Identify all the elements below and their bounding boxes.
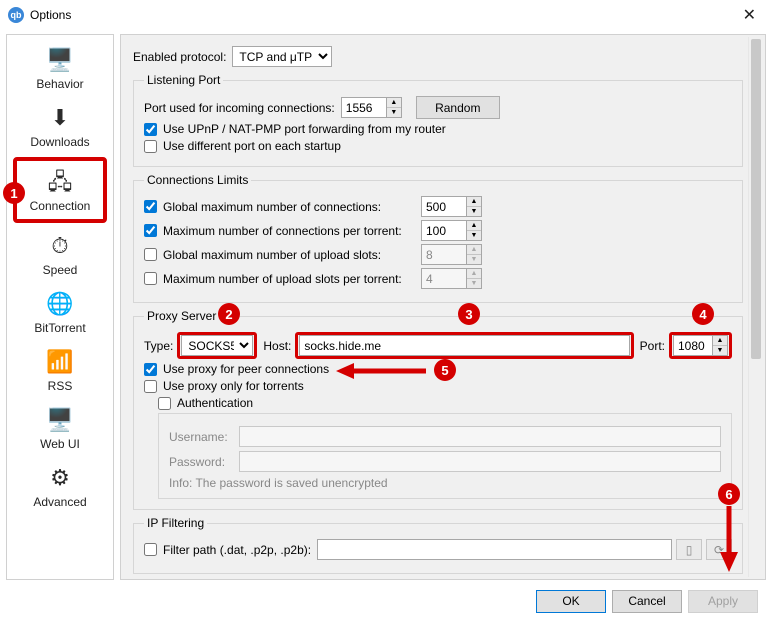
global-max-conn-label: Global maximum number of connections:: [163, 200, 421, 214]
close-icon[interactable]: ✕: [735, 5, 764, 25]
random-port-button[interactable]: Random: [416, 96, 500, 119]
enabled-protocol-label: Enabled protocol:: [133, 50, 226, 64]
password-input: [239, 451, 721, 472]
proxy-server-group: Proxy Server 2 3 4 Type: SOCKS5 Host:: [133, 309, 743, 510]
sidebar-item-downloads[interactable]: ⬇ Downloads: [7, 97, 113, 155]
max-upload-slots-per-torrent-label: Maximum number of upload slots per torre…: [163, 272, 421, 286]
enabled-protocol-select[interactable]: TCP and μTP: [232, 46, 332, 67]
auth-box: Username: Password: Info: The password i…: [158, 413, 732, 499]
callout-3: 3: [458, 303, 480, 325]
download-icon: ⬇: [51, 105, 69, 131]
max-conn-per-torrent-input[interactable]: [421, 220, 467, 241]
network-icon: 🖧: [48, 169, 73, 195]
connections-limits-legend: Connections Limits: [144, 173, 251, 187]
global-max-conn-checkbox[interactable]: [144, 200, 157, 213]
incoming-port-label: Port used for incoming connections:: [144, 101, 335, 115]
global-max-upload-slots-label: Global maximum number of upload slots:: [163, 248, 421, 262]
sidebar-item-behavior[interactable]: 🖥️ Behavior: [7, 39, 113, 97]
ip-filtering-legend: IP Filtering: [144, 516, 207, 530]
scrollbar-thumb[interactable]: [751, 39, 761, 359]
apply-button[interactable]: Apply: [688, 590, 758, 613]
proxy-type-select[interactable]: SOCKS5: [181, 335, 253, 356]
sidebar-item-label: Behavior: [36, 77, 83, 91]
ip-filtering-group: IP Filtering Filter path (.dat, .p2p, .p…: [133, 516, 743, 574]
max-conn-per-torrent-label: Maximum number of connections per torren…: [163, 224, 421, 238]
sidebar-item-speed[interactable]: ⏱ Speed: [7, 225, 113, 283]
dialog-buttons: OK Cancel Apply: [0, 584, 772, 618]
proxy-type-label: Type:: [144, 339, 173, 353]
listening-port-legend: Listening Port: [144, 73, 223, 87]
password-label: Password:: [169, 455, 239, 469]
auth-checkbox[interactable]: [158, 397, 171, 410]
sidebar-item-rss[interactable]: 📶 RSS: [7, 341, 113, 399]
spinner-buttons[interactable]: ▲▼: [387, 97, 402, 118]
proxy-host-label: Host:: [263, 339, 291, 353]
sidebar-item-webui[interactable]: 🖥️ Web UI: [7, 399, 113, 457]
browse-filter-button[interactable]: ▯: [676, 539, 702, 560]
filter-path-label: Filter path (.dat, .p2p, .p2b):: [163, 543, 311, 557]
sidebar-item-connection[interactable]: 🖧 Connection: [13, 157, 107, 223]
callout-2: 2: [218, 303, 240, 325]
sidebar-item-label: Web UI: [40, 437, 80, 451]
callout-4: 4: [692, 303, 714, 325]
max-upload-slots-per-torrent-input: [421, 268, 467, 289]
gear-icon: ⚙: [50, 465, 70, 491]
auth-label: Authentication: [177, 396, 253, 410]
proxy-host-input[interactable]: [299, 335, 629, 356]
max-conn-per-torrent-checkbox[interactable]: [144, 224, 157, 237]
sidebar-item-label: Downloads: [30, 135, 89, 149]
monitor-icon: 🖥️: [46, 47, 73, 73]
sidebar-item-label: RSS: [48, 379, 73, 393]
connections-limits-group: Connections Limits Global maximum number…: [133, 173, 743, 303]
sidebar-item-label: BitTorrent: [34, 321, 85, 335]
proxy-torrents-only-checkbox[interactable]: [144, 380, 157, 393]
globe-icon: 🌐: [46, 291, 73, 317]
vertical-scrollbar[interactable]: [748, 37, 763, 577]
sidebar-item-label: Advanced: [33, 495, 86, 509]
upnp-label: Use UPnP / NAT-PMP port forwarding from …: [163, 122, 446, 136]
rss-icon: 📶: [46, 349, 73, 375]
listening-port-group: Listening Port Port used for incoming co…: [133, 73, 743, 167]
monitor-icon: 🖥️: [46, 407, 73, 433]
arrow-down-icon: [716, 506, 742, 572]
sidebar-item-bittorrent[interactable]: 🌐 BitTorrent: [7, 283, 113, 341]
titlebar: qb Options ✕: [0, 0, 772, 30]
global-max-conn-input[interactable]: [421, 196, 467, 217]
upnp-checkbox[interactable]: [144, 123, 157, 136]
sidebar-item-label: Speed: [43, 263, 78, 277]
ok-button[interactable]: OK: [536, 590, 606, 613]
password-info: Info: The password is saved unencrypted: [169, 476, 721, 490]
proxy-torrents-only-label: Use proxy only for torrents: [163, 379, 304, 393]
sidebar: 🖥️ Behavior ⬇ Downloads 🖧 Connection ⏱ S…: [6, 34, 114, 580]
max-upload-slots-per-torrent-checkbox[interactable]: [144, 272, 157, 285]
proxy-port-input[interactable]: [673, 335, 713, 356]
proxy-peer-label: Use proxy for peer connections: [163, 362, 329, 376]
arrow-left-icon: [336, 361, 426, 381]
sidebar-item-advanced[interactable]: ⚙ Advanced: [7, 457, 113, 515]
callout-5: 5: [434, 359, 456, 381]
global-max-upload-slots-input: [421, 244, 467, 265]
username-input: [239, 426, 721, 447]
incoming-port-input[interactable]: [341, 97, 387, 118]
global-max-upload-slots-checkbox[interactable]: [144, 248, 157, 261]
cancel-button[interactable]: Cancel: [612, 590, 682, 613]
app-icon: qb: [8, 7, 24, 23]
callout-1: 1: [3, 182, 25, 204]
different-port-label: Use different port on each startup: [163, 139, 341, 153]
proxy-port-label: Port:: [640, 339, 665, 353]
sidebar-item-label: Connection: [30, 199, 91, 213]
proxy-peer-checkbox[interactable]: [144, 363, 157, 376]
settings-panel: Enabled protocol: TCP and μTP Listening …: [120, 34, 766, 580]
different-port-checkbox[interactable]: [144, 140, 157, 153]
window-title: Options: [30, 8, 735, 22]
username-label: Username:: [169, 430, 239, 444]
filter-path-input: [317, 539, 672, 560]
gauge-icon: ⏱: [51, 233, 68, 259]
filter-path-checkbox[interactable]: [144, 543, 157, 556]
callout-6: 6: [718, 483, 740, 505]
proxy-server-legend: Proxy Server: [144, 309, 219, 323]
